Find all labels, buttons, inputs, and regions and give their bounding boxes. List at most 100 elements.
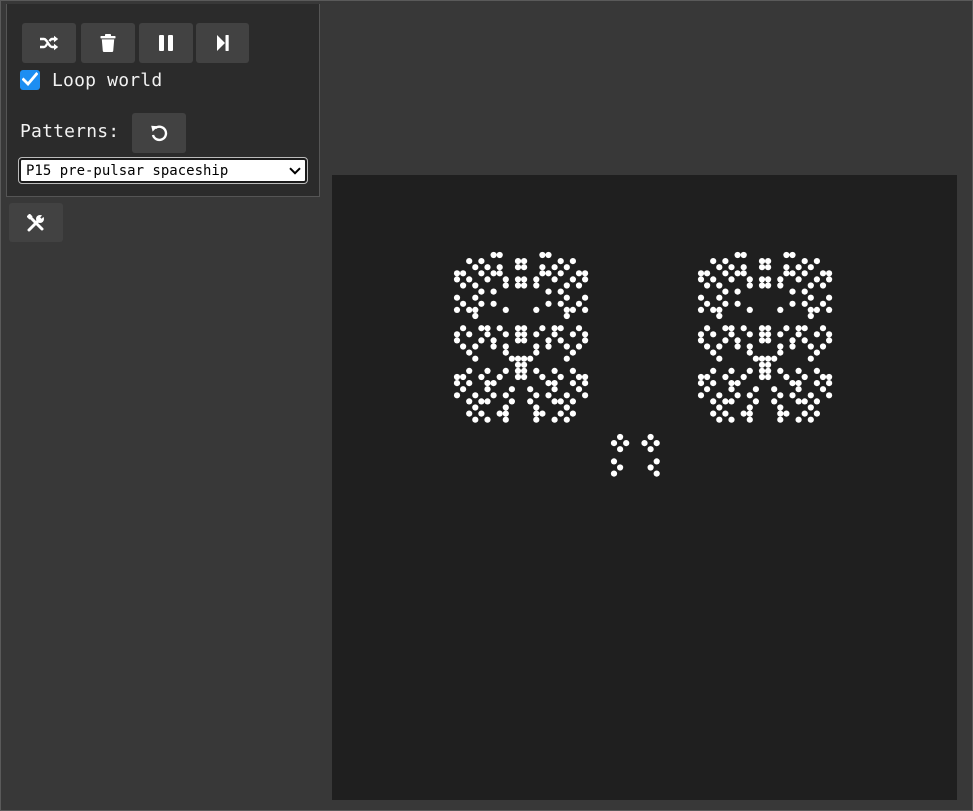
live-cell [460, 373, 467, 381]
live-cell [716, 264, 723, 271]
live-cell [647, 433, 654, 441]
reset-pattern-button[interactable] [132, 113, 186, 153]
live-cell [734, 251, 741, 259]
live-cell [746, 392, 753, 399]
live-cell [746, 416, 753, 423]
clear-button[interactable] [81, 23, 135, 63]
live-cell [801, 325, 808, 332]
loop-world-toggle[interactable]: Loop world [20, 68, 162, 92]
live-cell [716, 294, 723, 301]
live-cell [746, 306, 753, 313]
live-cell [533, 276, 540, 283]
live-cell [765, 325, 772, 332]
live-cell [789, 288, 796, 295]
live-cell [460, 270, 467, 277]
live-cell [617, 446, 624, 453]
live-cell [826, 306, 833, 313]
tools-button[interactable] [9, 203, 63, 242]
live-cell [610, 440, 618, 447]
live-cell [551, 398, 558, 405]
live-cell [490, 380, 497, 387]
live-cell [740, 325, 747, 332]
live-cell [653, 470, 660, 477]
live-cell [722, 300, 729, 307]
life-world-canvas[interactable] [332, 175, 957, 800]
live-cell [746, 331, 753, 338]
live-cell [653, 440, 660, 447]
live-cell [801, 288, 808, 295]
pattern-select[interactable]: P15 pre-pulsar spaceship [18, 157, 308, 184]
live-cell [765, 264, 772, 271]
live-cell [716, 355, 723, 362]
live-cell [647, 446, 654, 453]
live-cell [795, 331, 802, 338]
live-cell [610, 458, 618, 465]
live-cell [521, 264, 528, 271]
live-cell [716, 282, 723, 289]
live-cell [563, 404, 570, 411]
live-cell [704, 343, 711, 350]
cells-layer [453, 251, 833, 477]
live-cell [466, 410, 473, 417]
live-cell [807, 343, 814, 350]
live-cell [716, 392, 723, 399]
live-cell [521, 282, 528, 289]
step-button[interactable] [196, 23, 249, 63]
live-cell [496, 270, 503, 277]
control-panel: Loop world Patterns: P15 pre-pulsar spac… [6, 4, 320, 197]
live-cell [484, 264, 491, 271]
live-cell [527, 398, 534, 405]
live-cell [813, 258, 820, 265]
live-cell [826, 331, 833, 338]
checkmark-icon [21, 71, 39, 90]
randomize-button[interactable] [22, 23, 76, 63]
pause-button[interactable] [139, 23, 193, 63]
live-cell [740, 270, 747, 277]
loop-world-checkbox[interactable] [20, 70, 40, 90]
live-cell [722, 325, 729, 332]
live-cell [551, 331, 558, 338]
live-cell [551, 416, 558, 423]
live-cell [563, 282, 570, 289]
live-cell [472, 282, 479, 289]
live-cell [641, 440, 648, 447]
step-forward-icon [216, 35, 229, 51]
live-cell [617, 464, 624, 471]
live-cell [575, 325, 583, 332]
live-cell [575, 282, 583, 289]
live-cell [801, 373, 808, 381]
live-cell [545, 392, 552, 399]
live-cell [521, 367, 528, 374]
live-cell [490, 270, 497, 277]
live-cell [795, 367, 802, 374]
live-cell [551, 325, 558, 332]
live-cell [783, 270, 790, 277]
live-cell [575, 270, 583, 277]
live-cell [533, 416, 540, 423]
live-cell [734, 337, 741, 344]
live-cell [765, 258, 772, 265]
live-cell [734, 343, 741, 350]
live-cell [545, 380, 552, 387]
live-cell [496, 410, 503, 417]
live-cell [582, 337, 589, 344]
live-cell [569, 380, 576, 387]
live-cell [765, 337, 772, 344]
live-cell [758, 337, 766, 344]
live-cell [533, 331, 540, 338]
live-cell [826, 380, 833, 387]
live-cell [704, 373, 711, 381]
live-cell [569, 410, 576, 417]
live-cell [539, 373, 546, 381]
live-cell [758, 373, 766, 381]
live-cell [460, 325, 467, 332]
live-cell [765, 282, 772, 289]
live-cell [765, 331, 772, 338]
live-cell [508, 386, 515, 393]
live-cell [710, 380, 717, 387]
live-cell [460, 386, 467, 393]
live-cell [728, 331, 735, 338]
live-cell [472, 404, 479, 411]
live-cell [697, 380, 705, 387]
live-cell [557, 270, 564, 277]
